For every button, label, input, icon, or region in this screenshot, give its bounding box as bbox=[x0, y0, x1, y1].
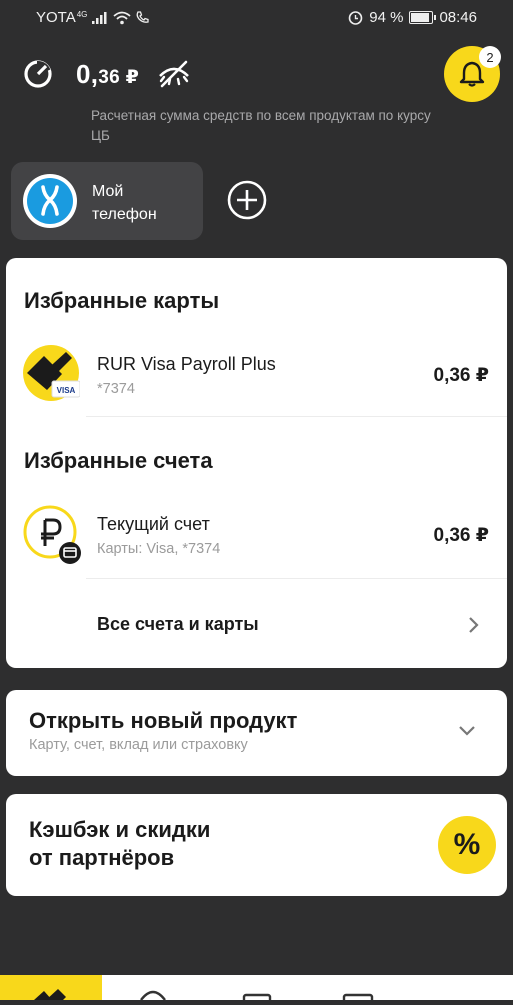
divider bbox=[86, 416, 507, 417]
cashback-title-line1: Кэшбэк и скидки bbox=[29, 817, 211, 842]
alarm-icon bbox=[348, 11, 363, 25]
account-name: Текущий счет bbox=[97, 514, 210, 534]
all-accounts-link[interactable]: Все счета и карты bbox=[6, 588, 507, 658]
total-balance: 0,36 ₽ bbox=[76, 59, 139, 90]
balance-description: Расчетная сумма средств по всем продукта… bbox=[91, 108, 431, 143]
wifi-icon bbox=[113, 11, 131, 24]
card-thumbnail-icon: VISA bbox=[22, 344, 81, 402]
chevron-down-icon[interactable] bbox=[457, 724, 477, 738]
new-product-subtitle: Карту, счет, вклад или страховку bbox=[29, 737, 248, 753]
network-label: 4G bbox=[76, 10, 88, 19]
status-left: YOTA 4G bbox=[36, 9, 150, 26]
notifications-badge: 2 bbox=[479, 46, 501, 68]
favorite-account-row[interactable]: Текущий счет Карты: Visa, *7374 0,36 ₽ bbox=[6, 498, 507, 578]
svg-text:VISA: VISA bbox=[57, 386, 76, 395]
tab-home[interactable] bbox=[0, 975, 102, 1000]
call-icon bbox=[136, 11, 150, 23]
tab-payments-icon[interactable] bbox=[242, 993, 272, 1000]
balance-integer: 0, bbox=[76, 58, 99, 89]
account-detail: Карты: Visa, *7374 bbox=[97, 541, 221, 557]
favorites-panel: Избранные карты VISA RUR Visa Payroll Pl… bbox=[6, 258, 507, 668]
add-quick-action-icon[interactable] bbox=[227, 180, 267, 220]
cashback-title-line2: от партнёров bbox=[29, 845, 175, 870]
open-new-product-panel[interactable]: Открыть новый продукт Карту, счет, вклад… bbox=[6, 690, 507, 776]
balance-fraction: 36 ₽ bbox=[98, 66, 140, 88]
battery-percent: 94 % bbox=[369, 9, 404, 26]
favorite-card-row[interactable]: VISA RUR Visa Payroll Plus *7374 0,36 ₽ bbox=[6, 336, 507, 416]
ruble-account-icon bbox=[22, 504, 86, 568]
tab-products-icon[interactable] bbox=[342, 993, 374, 1000]
clock: 08:46 bbox=[439, 9, 477, 26]
chevron-right-icon bbox=[469, 617, 479, 633]
account-balance: 0,36 ₽ bbox=[433, 525, 489, 546]
divider bbox=[86, 578, 507, 579]
tab-history-icon[interactable] bbox=[138, 990, 168, 1000]
hide-balance-eye-icon[interactable] bbox=[157, 59, 191, 89]
balance-row: 0,36 ₽ bbox=[22, 56, 191, 92]
my-phone-label: Мой телефон bbox=[92, 183, 157, 223]
status-bar: YOTA 4G 94 % 08:46 bbox=[0, 0, 513, 36]
status-right: 94 % 08:46 bbox=[348, 9, 477, 26]
favorite-cards-title: Избранные карты bbox=[24, 288, 220, 313]
favorite-accounts-title: Избранные счета bbox=[24, 448, 213, 473]
cashback-title: Кэшбэк и скидки от партнёров bbox=[29, 816, 210, 872]
carrier-label: YOTA bbox=[36, 9, 76, 26]
new-product-title: Открыть новый продукт bbox=[29, 708, 298, 733]
card-number: *7374 bbox=[97, 381, 135, 397]
analytics-pie-icon[interactable] bbox=[22, 58, 54, 90]
card-name: RUR Visa Payroll Plus bbox=[97, 354, 276, 374]
cashback-panel[interactable]: Кэшбэк и скидки от партнёров % bbox=[6, 794, 507, 896]
all-accounts-label: Все счета и карты bbox=[97, 614, 259, 634]
home-logo-icon bbox=[34, 989, 66, 1000]
signal-icon bbox=[92, 11, 107, 24]
card-balance: 0,36 ₽ bbox=[433, 365, 489, 386]
percent-icon: % bbox=[438, 816, 496, 874]
yota-logo-icon bbox=[23, 174, 77, 228]
battery-icon bbox=[409, 11, 437, 24]
